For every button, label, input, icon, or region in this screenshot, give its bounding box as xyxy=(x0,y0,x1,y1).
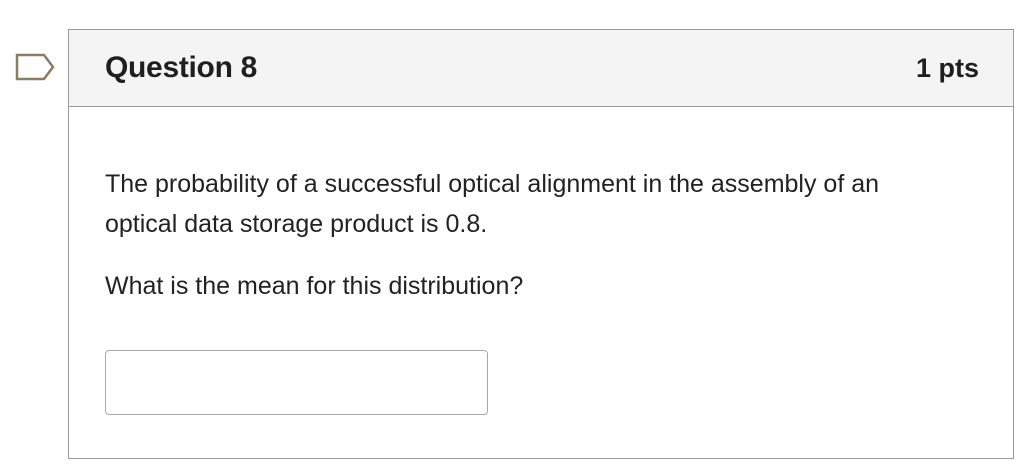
question-prompt: What is the mean for this distribution? xyxy=(105,272,524,300)
answer-input[interactable] xyxy=(105,350,488,415)
bookmark-flag-icon[interactable] xyxy=(14,52,56,82)
question-card: Question 8 1 pts The probability of a su… xyxy=(68,29,1014,459)
quiz-page: Question 8 1 pts The probability of a su… xyxy=(0,0,1024,474)
question-title: Question 8 xyxy=(105,51,258,84)
question-body: The probability of a successful optical … xyxy=(69,107,1013,415)
points-label: 1 pts xyxy=(915,52,979,83)
question-text: The probability of a successful optical … xyxy=(105,170,880,238)
question-header: Question 8 1 pts xyxy=(69,30,1013,107)
